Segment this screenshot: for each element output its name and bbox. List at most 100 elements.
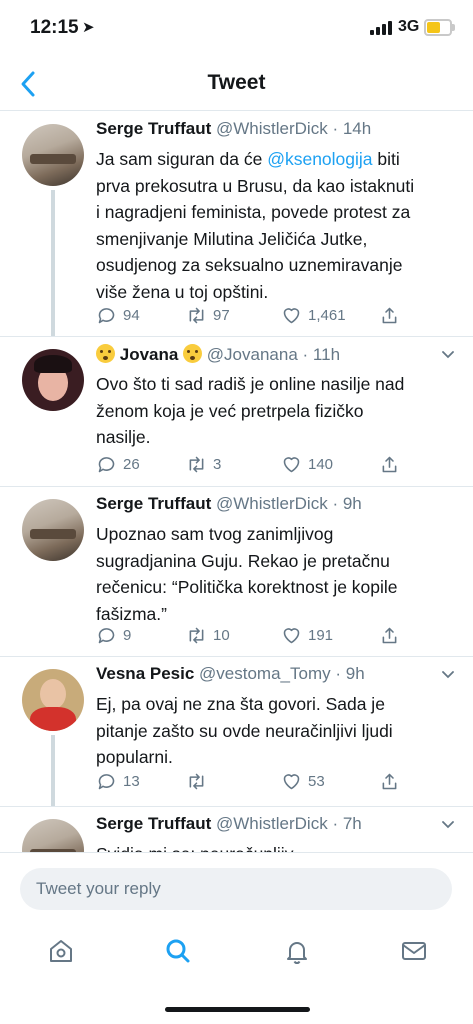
messages-icon (402, 942, 426, 960)
author-name[interactable]: Serge Truffaut (96, 494, 211, 513)
mention-link[interactable]: @ksenologija (267, 149, 372, 169)
share-icon (382, 773, 397, 790)
location-arrow-icon: ➤ (82, 19, 95, 36)
author-handle[interactable]: @Jovanana (207, 345, 298, 364)
avatar[interactable] (22, 499, 84, 561)
home-icon (50, 940, 72, 962)
retweet-icon (189, 773, 204, 790)
heart-icon (283, 774, 300, 790)
avatar[interactable] (22, 124, 84, 186)
share-icon (382, 307, 397, 324)
chevron-down-icon[interactable] (442, 351, 454, 359)
reply-icon (98, 308, 115, 324)
retweet-count: 10 (213, 627, 230, 644)
share-button[interactable] (379, 305, 400, 326)
retweet-button[interactable]: 3 (186, 454, 221, 475)
retweet-button[interactable]: 97 (186, 305, 230, 326)
flushed-face-icon (183, 344, 203, 363)
tweet-text: Upoznao sam tvog zanimljivog sugradjanin… (96, 524, 398, 624)
reply-button[interactable]: 94 (96, 305, 140, 326)
reply-count: 13 (123, 773, 140, 790)
reply-count: 26 (123, 456, 140, 473)
reply-bar: Tweet your reply (0, 852, 473, 925)
search-icon (166, 939, 190, 963)
like-button[interactable]: 1,461 (281, 305, 346, 326)
status-bar: 12:15 ➤ 3G (0, 0, 473, 60)
network-type: 3G (398, 18, 420, 35)
like-button[interactable]: 191 (281, 625, 333, 646)
author-handle[interactable]: @WhistlerDick (216, 814, 328, 833)
avatar[interactable] (22, 349, 84, 411)
status-time: 12:15 (30, 17, 79, 38)
share-button[interactable] (379, 625, 400, 646)
chevron-down-icon[interactable] (442, 821, 454, 829)
tweet-actions: 94 97 1,461 (96, 305, 416, 331)
tweet-text: Ja sam siguran da će @ksenologija biti p… (96, 149, 415, 302)
chevron-down-icon[interactable] (442, 671, 454, 679)
author-handle[interactable]: @WhistlerDick (216, 494, 328, 513)
like-button[interactable]: 53 (281, 771, 325, 792)
avatar[interactable] (22, 669, 84, 731)
page-title: Tweet (207, 71, 266, 94)
signal-icon (370, 21, 394, 35)
reply-button[interactable]: 13 (96, 771, 140, 792)
avatar[interactable] (22, 819, 84, 852)
author-handle[interactable]: @vestoma_Tomy (199, 664, 331, 683)
like-count: 1,461 (308, 307, 346, 324)
tweet[interactable]: Serge Truffaut @WhistlerDick · 7h Svidja… (0, 807, 473, 852)
author-name[interactable]: Vesna Pesic (96, 664, 194, 683)
share-icon (382, 627, 397, 644)
tweet[interactable]: Jovana @Jovanana · 11h Ovo što ti sad ra… (0, 337, 473, 485)
author-name[interactable]: Serge Truffaut (96, 119, 211, 138)
tab-messages[interactable] (399, 936, 429, 966)
flushed-face-icon (96, 344, 115, 363)
battery-icon (424, 19, 452, 36)
reply-input[interactable]: Tweet your reply (20, 868, 452, 910)
tweet[interactable]: Vesna Pesic @vestoma_Tomy · 9h Ej, pa ov… (0, 657, 473, 807)
retweet-icon (189, 307, 204, 324)
reply-button[interactable]: 26 (96, 454, 140, 475)
share-icon (382, 456, 397, 473)
reply-count: 9 (123, 627, 132, 644)
retweet-count: 3 (213, 456, 222, 473)
tab-home[interactable] (46, 936, 76, 966)
tweet-time: · 14h (332, 119, 372, 138)
retweet-count: 97 (213, 307, 230, 324)
retweet-button[interactable] (186, 771, 213, 792)
heart-icon (283, 457, 300, 473)
author-name[interactable]: Serge Truffaut (96, 814, 211, 833)
tweet-actions: 26 3 140 (96, 454, 416, 480)
reply-icon (98, 774, 115, 790)
share-button[interactable] (379, 771, 400, 792)
like-count: 191 (308, 627, 334, 644)
author-handle[interactable]: @WhistlerDick (216, 119, 328, 138)
like-button[interactable]: 140 (281, 454, 333, 475)
author-name[interactable]: Jovana (120, 345, 179, 364)
like-count: 53 (308, 773, 325, 790)
retweet-icon (189, 456, 204, 473)
reply-placeholder: Tweet your reply (36, 879, 161, 898)
share-button[interactable] (379, 454, 400, 475)
reply-button[interactable]: 9 (96, 625, 131, 646)
home-indicator (165, 1007, 310, 1012)
tweet-time: · 9h (335, 664, 365, 683)
tweet-time: · 11h (302, 345, 341, 364)
tweet-text: Ej, pa ovaj ne zna šta govori. Sada je p… (96, 694, 393, 767)
nav-header: Tweet (0, 60, 473, 111)
reply-count: 94 (123, 307, 140, 324)
heart-icon (283, 628, 300, 644)
tweet-actions: 13 53 (96, 771, 416, 797)
notifications-icon (287, 942, 307, 964)
tweet-text: Svidja mi se: neuračunljiv. (96, 841, 446, 852)
tab-notifications[interactable] (282, 936, 312, 966)
tweet[interactable]: Serge Truffaut @WhistlerDick · 14h Ja sa… (0, 112, 473, 336)
tab-search[interactable] (163, 936, 193, 966)
tweet[interactable]: Serge Truffaut @WhistlerDick · 9h Upozna… (0, 487, 473, 655)
heart-icon (283, 308, 300, 324)
tweet-text: Ovo što ti sad radiš je online nasilje n… (96, 374, 405, 447)
tweet-time: · 7h (332, 814, 362, 833)
like-count: 140 (308, 456, 334, 473)
tweet-time: · 9h (332, 494, 362, 513)
retweet-button[interactable]: 10 (186, 625, 230, 646)
retweet-icon (189, 627, 204, 644)
